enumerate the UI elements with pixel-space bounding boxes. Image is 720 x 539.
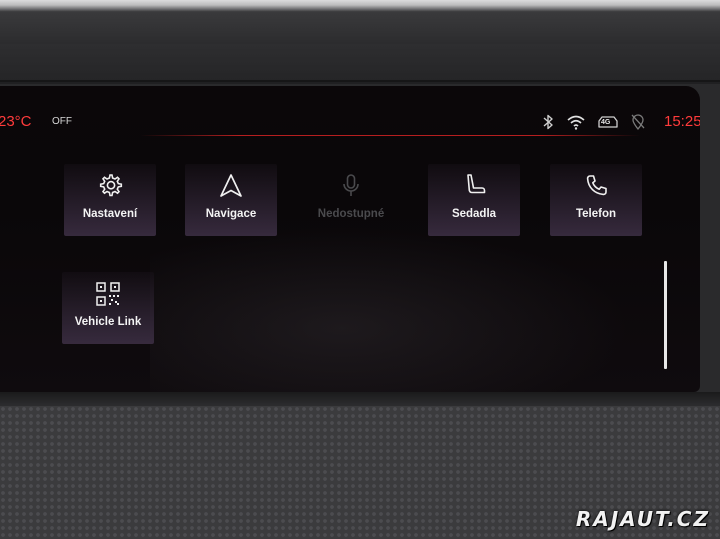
ac-state-label[interactable]: OFF	[52, 116, 72, 127]
app-tile-navigace[interactable]: Navigace	[185, 164, 277, 236]
phone-icon	[586, 175, 607, 196]
app-tile-label: Nastavení	[82, 208, 138, 220]
qr-code-icon	[96, 282, 120, 306]
app-tile-label: Sedadla	[451, 208, 497, 220]
location-off-icon	[631, 114, 645, 131]
status-bar: 23°C OFF 4G 15:25	[0, 86, 700, 136]
temperature-readout[interactable]: 23°C	[0, 113, 32, 130]
app-tile-label: Telefon	[575, 208, 617, 220]
app-tile-label: Nedostupné	[317, 208, 385, 220]
app-tile-vehicle-link[interactable]: Vehicle Link	[62, 272, 154, 344]
app-tile-telefon[interactable]: Telefon	[550, 164, 642, 236]
network-badge: 4G	[601, 119, 611, 126]
app-tile-nedostupne: Nedostupné	[305, 164, 397, 236]
app-tile-sedadla[interactable]: Sedadla	[428, 164, 520, 236]
dashboard-lip	[0, 392, 720, 406]
watermark: RAJAUT.CZ	[575, 507, 710, 531]
app-tile-label: Vehicle Link	[74, 316, 142, 328]
bluetooth-icon	[543, 114, 553, 130]
screen-reflection	[150, 226, 630, 392]
clock: 15:25	[664, 113, 700, 130]
dashboard-ridge	[0, 44, 720, 82]
navigation-arrow-icon	[220, 174, 242, 197]
app-tile-nastaveni[interactable]: Nastavení	[64, 164, 156, 236]
microphone-icon	[343, 174, 359, 196]
seat-icon	[467, 174, 486, 194]
gear-icon	[99, 174, 123, 197]
app-tile-label: Navigace	[205, 208, 257, 220]
infotainment-screen: 23°C OFF 4G 15:25 Nastavení Navigace Ned…	[0, 86, 700, 392]
wifi-icon	[567, 115, 585, 130]
status-divider	[140, 135, 640, 136]
scrollbar[interactable]	[664, 261, 667, 369]
